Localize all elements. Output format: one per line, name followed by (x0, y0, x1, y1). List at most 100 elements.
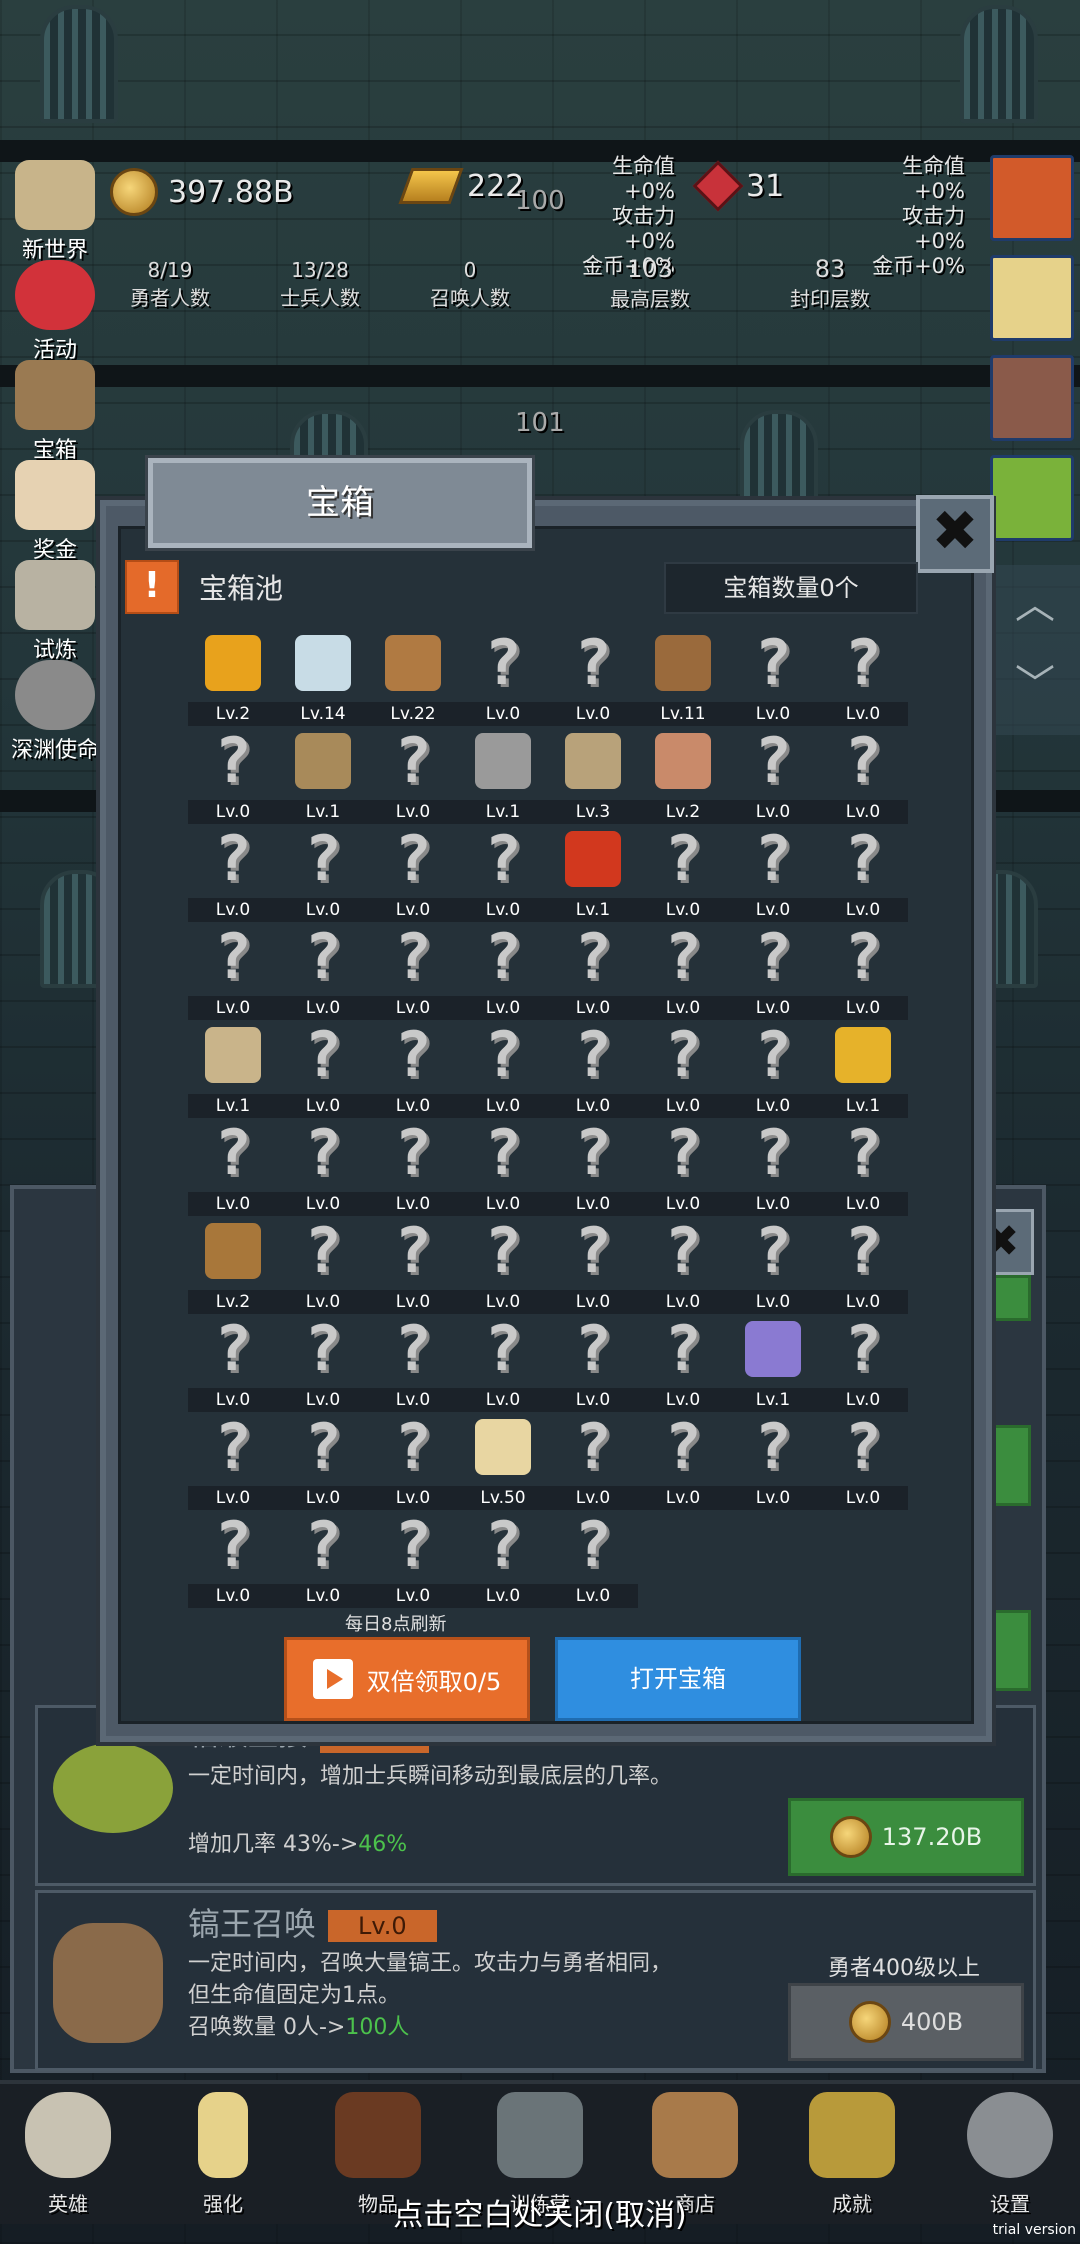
chest-pool-item[interactable]: Lv.2 (638, 728, 728, 826)
chest-pool-item[interactable]: Lv.1 (278, 728, 368, 826)
chest-pool-item[interactable]: ? Lv.0 (638, 826, 728, 924)
chest-pool-item[interactable]: ? Lv.0 (188, 1120, 278, 1218)
chest-pool-item[interactable]: ? Lv.0 (368, 1316, 458, 1414)
chest-pool-item[interactable]: ? Lv.0 (818, 1414, 908, 1512)
open-chest-button[interactable]: 打开宝箱 (555, 1637, 801, 1721)
upgrade-slime-button[interactable]: 137.20B (788, 1798, 1024, 1876)
chest-pool-item[interactable]: ? Lv.0 (278, 1218, 368, 1316)
chest-pool-item[interactable]: ? Lv.0 (818, 924, 908, 1022)
event-button[interactable]: 活动 (0, 260, 110, 363)
chest-pool-item[interactable]: ? Lv.0 (188, 1316, 278, 1414)
chest-pool-item[interactable]: ? Lv.0 (188, 1414, 278, 1512)
chest-pool-item[interactable]: ? Lv.0 (458, 1316, 548, 1414)
chest-pool-item[interactable]: ? Lv.0 (368, 1512, 458, 1610)
chest-pool-item[interactable]: ? Lv.0 (458, 924, 548, 1022)
chest-pool-item[interactable]: ? Lv.0 (818, 826, 908, 924)
chest-pool-item[interactable]: ? Lv.0 (728, 630, 818, 728)
chest-pool-item[interactable]: ? Lv.0 (368, 1120, 458, 1218)
chest-pool-item[interactable]: Lv.1 (818, 1022, 908, 1120)
locked-upgrade-button[interactable]: 400B (788, 1983, 1024, 2061)
chest-pool-item[interactable]: ? Lv.0 (188, 1512, 278, 1610)
tap-to-close-hint[interactable]: 点击空白处关闭(取消) (0, 2190, 1080, 2234)
chest-pool-item[interactable]: ? Lv.0 (728, 1120, 818, 1218)
chest-pool-item[interactable]: ? Lv.0 (818, 728, 908, 826)
chest-pool-item[interactable]: ? Lv.0 (458, 1218, 548, 1316)
chest-pool-item[interactable]: ? Lv.0 (368, 1218, 458, 1316)
meat-buff-button[interactable] (990, 355, 1074, 441)
chest-pool-item[interactable]: ? Lv.0 (368, 924, 458, 1022)
chest-pool-item[interactable]: ? Lv.0 (278, 1414, 368, 1512)
candle-buff-button[interactable] (990, 255, 1074, 341)
new-world-button[interactable]: 新世界 (0, 160, 110, 263)
chest-pool-item[interactable]: ? Lv.0 (278, 1120, 368, 1218)
chest-pool-item[interactable]: ? Lv.0 (458, 1512, 548, 1610)
item-level: Lv.0 (818, 1486, 908, 1510)
slime-buff-button[interactable] (990, 455, 1074, 541)
chest-pool-item[interactable]: Lv.2 (188, 630, 278, 728)
chest-pool-item[interactable]: Lv.3 (548, 728, 638, 826)
chest-pool-item[interactable]: Lv.1 (548, 826, 638, 924)
chest-pool-item[interactable]: ? Lv.0 (548, 924, 638, 1022)
chest-pool-item[interactable]: ? Lv.0 (818, 1316, 908, 1414)
chest-pool-item[interactable]: ? Lv.0 (728, 1414, 818, 1512)
chest-pool-item[interactable]: ? Lv.0 (278, 1512, 368, 1610)
chest-pool-item[interactable]: ? Lv.0 (638, 1414, 728, 1512)
chest-pool-item[interactable]: Lv.22 (368, 630, 458, 728)
chest-pool-item[interactable]: ? Lv.0 (728, 1218, 818, 1316)
chest-pool-item[interactable]: Lv.14 (278, 630, 368, 728)
arrow-up-icon[interactable]: ︿ (990, 565, 1080, 645)
chest-pool-item[interactable]: ? Lv.0 (818, 1120, 908, 1218)
chest-pool-item[interactable]: ? Lv.0 (278, 924, 368, 1022)
chest-pool-item[interactable]: Lv.11 (638, 630, 728, 728)
chest-pool-item[interactable]: Lv.1 (188, 1022, 278, 1120)
chest-pool-item[interactable]: ? Lv.0 (368, 1414, 458, 1512)
unknown-icon: ? (484, 920, 522, 993)
chest-pool-item[interactable]: ? Lv.0 (278, 826, 368, 924)
chest-pool-item[interactable]: ? Lv.0 (368, 728, 458, 826)
chest-pool-item[interactable]: ? Lv.0 (458, 1120, 548, 1218)
chest-pool-item[interactable]: ? Lv.0 (188, 924, 278, 1022)
chest-pool-item[interactable]: ? Lv.0 (368, 1022, 458, 1120)
chest-pool-item[interactable]: ? Lv.0 (548, 1120, 638, 1218)
chest-button[interactable]: 宝箱 (0, 360, 110, 463)
chest-pool-item[interactable]: ? Lv.0 (818, 1218, 908, 1316)
bonus-button[interactable]: 奖金 (0, 460, 110, 563)
chest-pool-item[interactable]: ? Lv.0 (728, 728, 818, 826)
chest-pool-item[interactable]: ? Lv.0 (278, 1316, 368, 1414)
chest-pool-item[interactable]: ? Lv.0 (728, 924, 818, 1022)
chest-pool-item[interactable]: ? Lv.0 (638, 1218, 728, 1316)
apple-buff-button[interactable] (990, 155, 1074, 241)
trial-button[interactable]: 试炼 (0, 560, 110, 663)
chest-pool-item[interactable]: ? Lv.0 (728, 826, 818, 924)
chest-pool-item[interactable]: ? Lv.0 (548, 1022, 638, 1120)
chest-pool-item[interactable]: ? Lv.0 (458, 630, 548, 728)
chest-pool-item[interactable]: ? Lv.0 (548, 1218, 638, 1316)
abyss-mission-button[interactable]: 深渊使命 (0, 660, 110, 763)
chest-pool-item[interactable]: Lv.50 (458, 1414, 548, 1512)
chest-pool-item[interactable]: ? Lv.0 (458, 826, 548, 924)
close-icon[interactable]: ✖ (916, 495, 994, 573)
chest-pool-item[interactable]: ? Lv.0 (638, 1022, 728, 1120)
chest-pool-item[interactable]: ? Lv.0 (458, 1022, 548, 1120)
chest-pool-item[interactable]: ? Lv.0 (638, 1316, 728, 1414)
chest-pool-item[interactable]: ? Lv.0 (188, 728, 278, 826)
chest-pool-item[interactable]: Lv.2 (188, 1218, 278, 1316)
chest-pool-item[interactable]: ? Lv.0 (548, 1414, 638, 1512)
chest-pool-item[interactable]: ? Lv.0 (548, 1316, 638, 1414)
arrow-down-icon[interactable]: ﹀ (990, 645, 1080, 725)
chest-pool-item[interactable]: ? Lv.0 (728, 1022, 818, 1120)
exclamation-icon[interactable]: ! (125, 560, 179, 614)
chest-pool-item[interactable]: ? Lv.0 (548, 1512, 638, 1610)
chest-pool-item[interactable]: ? Lv.0 (188, 826, 278, 924)
chest-pool-item[interactable]: ? Lv.0 (548, 630, 638, 728)
item-level: Lv.0 (818, 898, 908, 922)
chest-pool-item[interactable]: ? Lv.0 (818, 630, 908, 728)
chest-pool-item[interactable]: ? Lv.0 (638, 1120, 728, 1218)
crown-icon (203, 630, 263, 696)
chest-pool-item[interactable]: ? Lv.0 (368, 826, 458, 924)
double-claim-button[interactable]: 双倍领取0/5 (284, 1637, 530, 1721)
chest-pool-item[interactable]: Lv.1 (458, 728, 548, 826)
chest-pool-item[interactable]: Lv.1 (728, 1316, 818, 1414)
chest-pool-item[interactable]: ? Lv.0 (638, 924, 728, 1022)
chest-pool-item[interactable]: ? Lv.0 (278, 1022, 368, 1120)
